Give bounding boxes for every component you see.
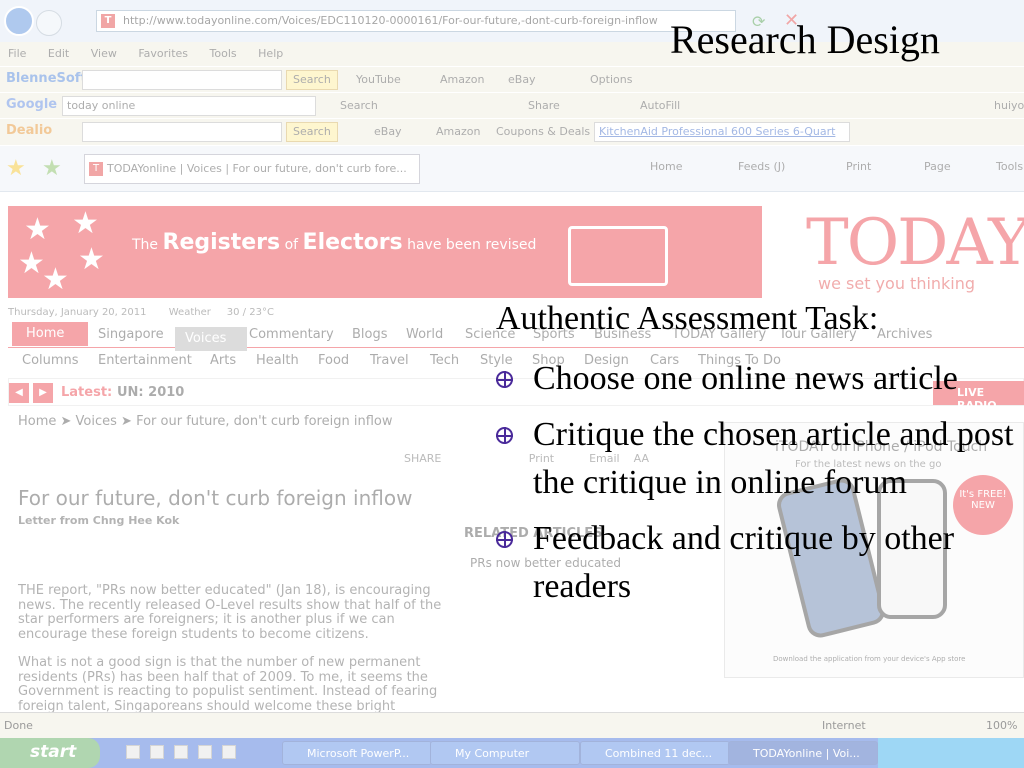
bullet-icon [496,531,513,548]
slide-subheading: Authentic Assessment Task: [496,300,879,337]
bullet-icon [496,427,513,444]
slide-title: Research Design [670,17,940,62]
bullet-list: Choose one online news article Critique … [496,355,1016,619]
bullet-icon [496,371,513,388]
bullet-item: Feedback and critique by other readers [496,515,1016,611]
bullet-item: Critique the chosen article and post the… [496,411,1016,507]
bullet-text: Feedback and critique by other readers [533,520,955,605]
bullet-text: Critique the chosen article and post the… [533,416,1014,501]
slide-overlay: Research Design Authentic Assessment Tas… [0,0,1024,768]
bullet-text: Choose one online news article [533,360,958,397]
bullet-item: Choose one online news article [496,355,1016,403]
